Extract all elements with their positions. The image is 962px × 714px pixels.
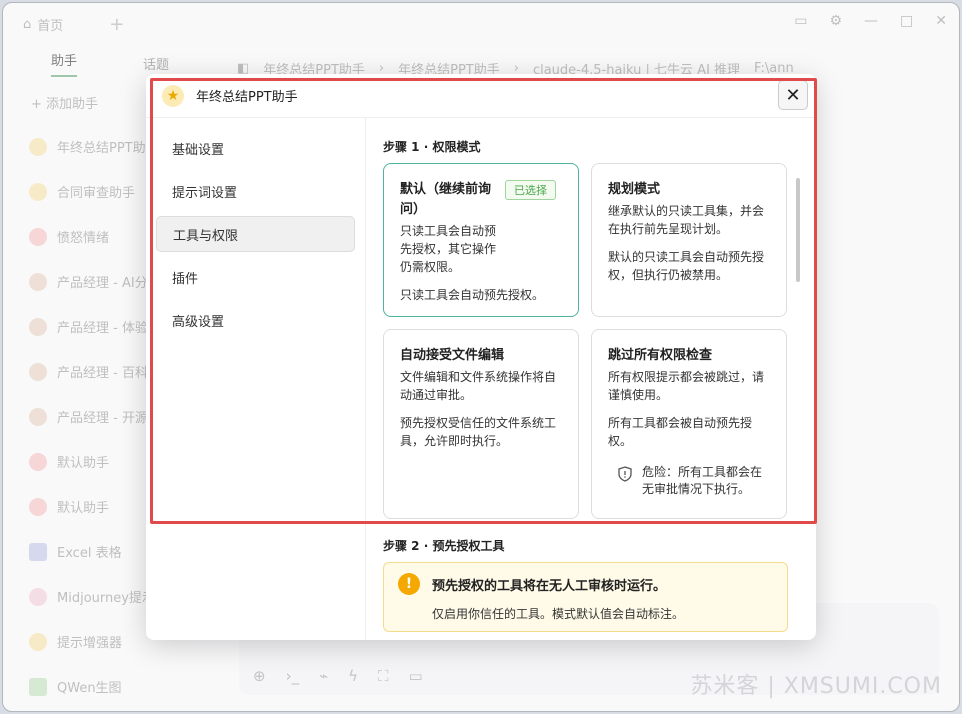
- warning-box: ! 预先授权的工具将在无人工审核时运行。 仅启用你信任的工具。模式默认值会自动标…: [383, 562, 788, 632]
- card-desc: 文件编辑和文件系统操作将自动通过审批。: [400, 370, 557, 402]
- card-title: 跳过所有权限检查: [608, 348, 713, 363]
- step2-section: 步骤 2 · 预先授权工具 ! 预先授权的工具将在无人工审核时运行。 仅启用你信…: [383, 537, 788, 632]
- settings-content: 步骤 1 · 权限模式 默认（继续前询问） 已选择 只读工具会自动预先授权，其它…: [367, 118, 816, 640]
- close-icon: ✕: [785, 84, 801, 106]
- watermark: 苏米客 | XMSUMI.COM: [690, 674, 942, 699]
- card-note: 预先授权受信任的文件系统工具，允许即时执行。: [400, 416, 557, 448]
- danger-text: 危险：所有工具都会在无审批情况下执行。: [642, 465, 763, 496]
- close-button[interactable]: ✕: [778, 80, 808, 110]
- nav-advanced-settings[interactable]: 高级设置: [156, 302, 355, 338]
- card-title: 默认（继续前询问）: [400, 182, 492, 217]
- warning-subtext: 仅启用你信任的工具。模式默认值会自动标注。: [432, 607, 685, 621]
- step2-title: 步骤 2 · 预先授权工具: [383, 539, 505, 553]
- shield-icon: [618, 466, 632, 482]
- step1-title: 步骤 1 · 权限模式: [383, 140, 481, 154]
- selected-badge: 已选择: [505, 180, 556, 200]
- card-note: 所有工具都会被自动预先授权。: [608, 416, 753, 448]
- danger-notice: 危险：所有工具都会在无审批情况下执行。: [608, 464, 772, 498]
- nav-basic-settings[interactable]: 基础设置: [156, 130, 355, 166]
- star-icon: ★: [162, 84, 184, 107]
- card-title: 自动接受文件编辑: [400, 348, 505, 363]
- card-desc: 所有权限提示都会被跳过，请谨慎使用。: [608, 370, 765, 402]
- nav-plugins[interactable]: 插件: [156, 259, 355, 295]
- card-title: 规划模式: [608, 182, 661, 197]
- card-note: 只读工具会自动预先授权。: [400, 288, 545, 302]
- mode-card-accept-edits[interactable]: 自动接受文件编辑 文件编辑和文件系统操作将自动通过审批。 预先授权受信任的文件系…: [383, 329, 579, 519]
- permission-mode-cards: 默认（继续前询问） 已选择 只读工具会自动预先授权，其它操作仍需权限。 只读工具…: [383, 163, 788, 519]
- nav-tools-permissions[interactable]: 工具与权限: [156, 216, 355, 252]
- mode-card-bypass[interactable]: 跳过所有权限检查 所有权限提示都会被跳过，请谨慎使用。 所有工具都会被自动预先授…: [591, 329, 787, 519]
- nav-prompt-settings[interactable]: 提示词设置: [156, 173, 355, 209]
- warning-line: ! 预先授权的工具将在无人工审核时运行。: [398, 573, 773, 595]
- warning-icon: !: [398, 573, 420, 595]
- warning-title: 预先授权的工具将在无人工审核时运行。: [432, 578, 667, 594]
- modal-header: ★ 年终总结PPT助手 ✕: [146, 74, 816, 118]
- mode-card-default[interactable]: 默认（继续前询问） 已选择 只读工具会自动预先授权，其它操作仍需权限。 只读工具…: [383, 163, 579, 317]
- settings-nav: 基础设置 提示词设置 工具与权限 插件 高级设置: [146, 118, 366, 640]
- mode-card-plan[interactable]: 规划模式 继承默认的只读工具集，并会在执行前先呈现计划。 默认的只读工具会自动预…: [591, 163, 787, 317]
- modal-title: 年终总结PPT助手: [196, 90, 298, 105]
- card-desc: 继承默认的只读工具集，并会在执行前先呈现计划。: [608, 204, 765, 236]
- card-note: 默认的只读工具会自动预先授权，但执行仍被禁用。: [608, 250, 765, 282]
- card-desc: 只读工具会自动预先授权，其它操作仍需权限。: [400, 224, 497, 274]
- assistant-settings-modal: ★ 年终总结PPT助手 ✕ 基础设置 提示词设置 工具与权限 插件 高级设置 步…: [146, 74, 816, 640]
- content-scrollbar[interactable]: [796, 178, 800, 282]
